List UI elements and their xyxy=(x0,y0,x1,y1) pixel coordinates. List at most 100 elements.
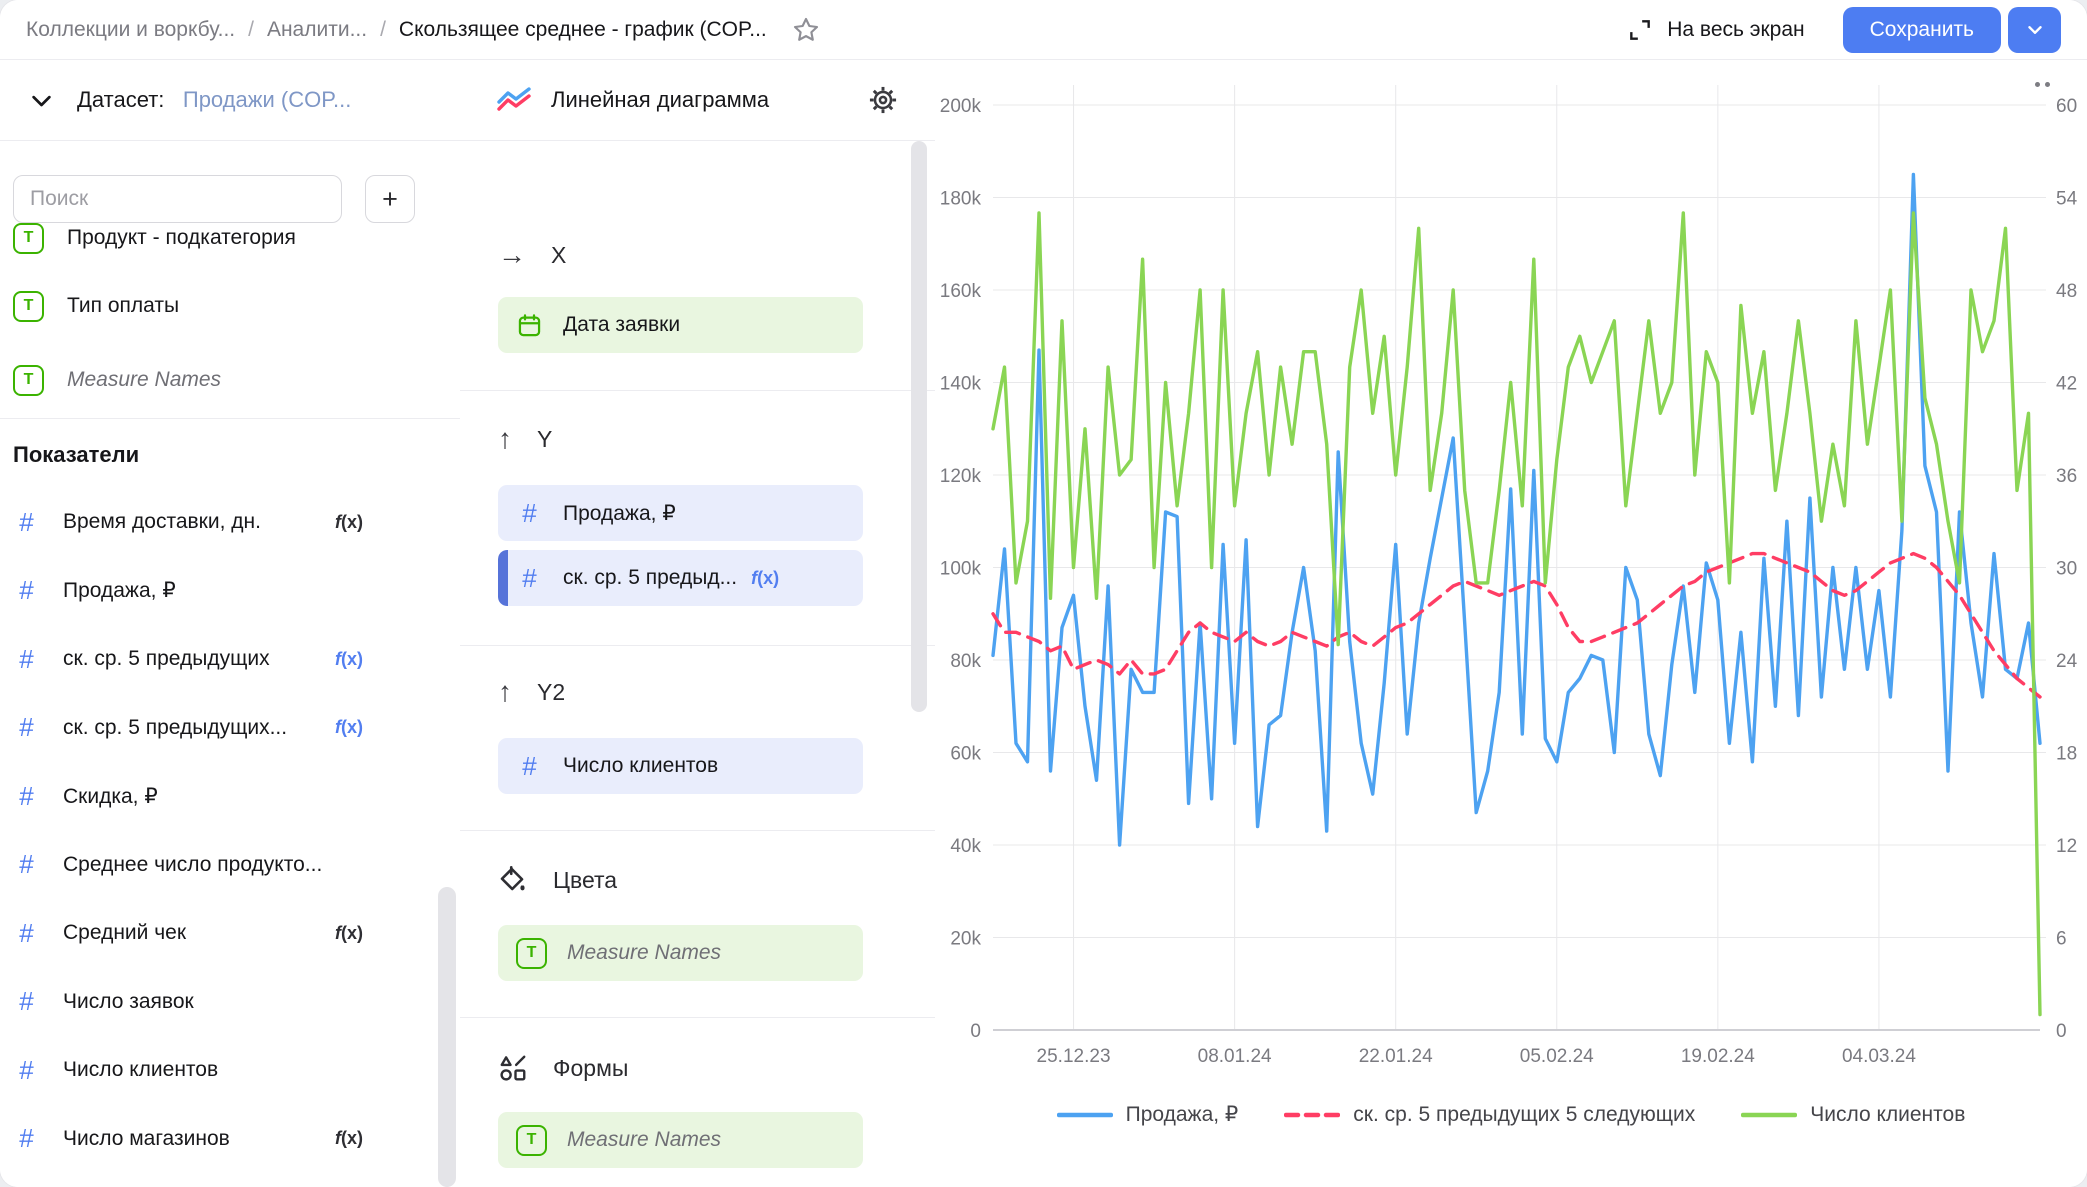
shelf-label-x: →X xyxy=(498,239,566,271)
text-field-icon: T xyxy=(13,365,44,396)
line-chart-icon xyxy=(496,85,534,115)
paint-bucket-icon xyxy=(498,865,528,895)
shelf-pill-y2[interactable]: #Число клиентов xyxy=(498,738,863,794)
breadcrumb: Коллекции и воркбу... / Аналити... / Ско… xyxy=(26,18,767,42)
field-item-measure[interactable]: #Время доставки, дн.f(x) xyxy=(13,500,413,544)
y-right-tick-label: 30 xyxy=(2056,559,2077,580)
save-menu-button[interactable] xyxy=(2008,7,2061,53)
top-bar: Коллекции и воркбу... / Аналити... / Ско… xyxy=(0,0,2087,60)
line-chart: 0020k640k1260k1880k24100k30120k36140k421… xyxy=(935,60,2087,1187)
x-tick-label: 05.02.24 xyxy=(1520,1046,1594,1067)
legend-line-sample xyxy=(1284,1111,1340,1119)
field-item-dimension[interactable]: TMeasure Names xyxy=(13,358,413,402)
field-item-measure[interactable]: #ск. ср. 5 предыдущих...f(x) xyxy=(13,706,413,750)
number-field-icon: # xyxy=(13,986,40,1017)
field-item-measure[interactable]: #Средний чекf(x) xyxy=(13,911,413,955)
favorite-star-icon[interactable] xyxy=(791,15,821,45)
legend-item[interactable]: Продажа, ₽ xyxy=(1057,1102,1239,1127)
fullscreen-label: На весь экран xyxy=(1667,18,1804,42)
field-item-dimension[interactable]: TПродукт - подкатегория xyxy=(13,216,413,260)
y-left-tick-label: 100k xyxy=(940,559,982,580)
chart-area: 0020k640k1260k1880k24100k30120k36140k421… xyxy=(935,60,2087,1187)
y-left-tick-label: 140k xyxy=(940,374,982,395)
number-field-icon: # xyxy=(13,507,40,538)
y-right-tick-label: 12 xyxy=(2056,836,2077,857)
field-item-measure[interactable]: #Число заявок xyxy=(13,980,413,1024)
y-right-tick-label: 6 xyxy=(2056,929,2067,950)
number-field-icon: # xyxy=(13,712,40,743)
y-right-tick-label: 54 xyxy=(2056,189,2078,210)
number-field-icon: # xyxy=(516,563,543,594)
legend-item[interactable]: Число клиентов xyxy=(1741,1103,1965,1127)
y-right-tick-label: 0 xyxy=(2056,1021,2067,1042)
field-item-measure[interactable]: #Среднее число продукто... xyxy=(13,843,413,887)
y-right-tick-label: 24 xyxy=(2056,651,2078,672)
gear-icon[interactable] xyxy=(867,84,899,116)
chart-type-header: Линейная диаграмма xyxy=(460,60,935,141)
formula-icon: f(x) xyxy=(335,1128,363,1148)
dataset-row: Датасет: Продажи (COP... xyxy=(0,60,460,141)
panel-scrollbar[interactable] xyxy=(911,141,927,712)
save-button[interactable]: Сохранить xyxy=(1843,7,2001,53)
number-field-icon: # xyxy=(13,575,40,606)
y-left-tick-label: 160k xyxy=(940,281,982,302)
field-item-measure[interactable]: #Скидка, ₽ xyxy=(13,774,413,818)
breadcrumb-analytics[interactable]: Аналити... xyxy=(267,18,367,42)
chart-config-panel: Линейная диаграмма →XДата xyxy=(460,60,936,1187)
y-left-tick-label: 80k xyxy=(950,651,981,672)
number-field-icon: # xyxy=(13,1123,40,1154)
breadcrumb-separator: / xyxy=(248,18,254,42)
number-field-icon: # xyxy=(13,1055,40,1086)
y-right-tick-label: 60 xyxy=(2056,96,2077,117)
y-left-tick-label: 200k xyxy=(940,96,982,117)
text-field-icon: T xyxy=(13,223,44,254)
shapes-icon xyxy=(498,1053,528,1083)
divider xyxy=(460,1017,935,1018)
shelf-pill-shapes[interactable]: TMeasure Names xyxy=(498,1112,863,1168)
divider xyxy=(460,390,935,391)
arrow-right-icon: → xyxy=(498,239,526,271)
field-item-measure[interactable]: #Продажа, ₽ xyxy=(13,569,413,613)
divider xyxy=(0,418,460,419)
number-field-icon: # xyxy=(13,644,40,675)
formula-icon: f(x) xyxy=(751,568,779,588)
calendar-icon xyxy=(516,312,543,339)
shelf-pill-x[interactable]: Дата заявки xyxy=(498,297,863,353)
number-field-icon: # xyxy=(516,751,543,782)
field-item-measure[interactable]: #ск. ср. 5 предыдущихf(x) xyxy=(13,637,413,681)
shelf-pill-y[interactable]: #ск. ср. 5 предыд...f(x) xyxy=(498,550,863,606)
formula-icon: f(x) xyxy=(335,717,363,737)
chart-corner-dots xyxy=(2035,82,2050,87)
expand-icon xyxy=(1627,17,1653,43)
sidebar-scrollbar[interactable] xyxy=(438,887,456,1187)
page-title: Скользящее среднее - график (COP... xyxy=(399,18,767,42)
y-left-tick-label: 180k xyxy=(940,189,982,210)
breadcrumb-collections[interactable]: Коллекции и воркбу... xyxy=(26,18,235,42)
y-right-tick-label: 36 xyxy=(2056,466,2077,487)
y-right-tick-label: 18 xyxy=(2056,744,2077,765)
chart-type-label[interactable]: Линейная диаграмма xyxy=(551,87,769,113)
shelf-pill-colors[interactable]: TMeasure Names xyxy=(498,925,863,981)
collapse-chevron-icon[interactable] xyxy=(28,87,55,114)
legend-line-sample xyxy=(1741,1111,1797,1119)
app-window: Коллекции и воркбу... / Аналити... / Ско… xyxy=(0,0,2087,1187)
dataset-sidebar: Датасет: Продажи (COP... + TПродукт - по… xyxy=(0,60,461,1187)
x-tick-label: 22.01.24 xyxy=(1359,1046,1433,1067)
y-left-tick-label: 120k xyxy=(940,466,982,487)
field-item-measure[interactable]: #Число клиентов xyxy=(13,1048,413,1092)
formula-icon: f(x) xyxy=(335,512,363,532)
text-field-icon: T xyxy=(13,291,44,322)
fullscreen-button[interactable]: На весь экран xyxy=(1627,17,1804,43)
legend-line-sample xyxy=(1057,1111,1113,1119)
chart-legend: Продажа, ₽ ск. ср. 5 предыдущих 5 следующ… xyxy=(935,1102,2087,1127)
field-item-dimension[interactable]: TТип оплаты xyxy=(13,284,413,328)
formula-icon: f(x) xyxy=(335,923,363,943)
field-item-measure[interactable]: #Число магазиновf(x) xyxy=(13,1117,413,1161)
legend-item[interactable]: ск. ср. 5 предыдущих 5 следующих xyxy=(1284,1103,1695,1127)
dataset-link[interactable]: Продажи (COP... xyxy=(183,87,352,112)
divider xyxy=(460,830,935,831)
measures-header: Показатели xyxy=(13,442,139,468)
y-left-tick-label: 40k xyxy=(950,836,981,857)
shelf-pill-y[interactable]: #Продажа, ₽ xyxy=(498,485,863,541)
number-field-icon: # xyxy=(13,849,40,880)
